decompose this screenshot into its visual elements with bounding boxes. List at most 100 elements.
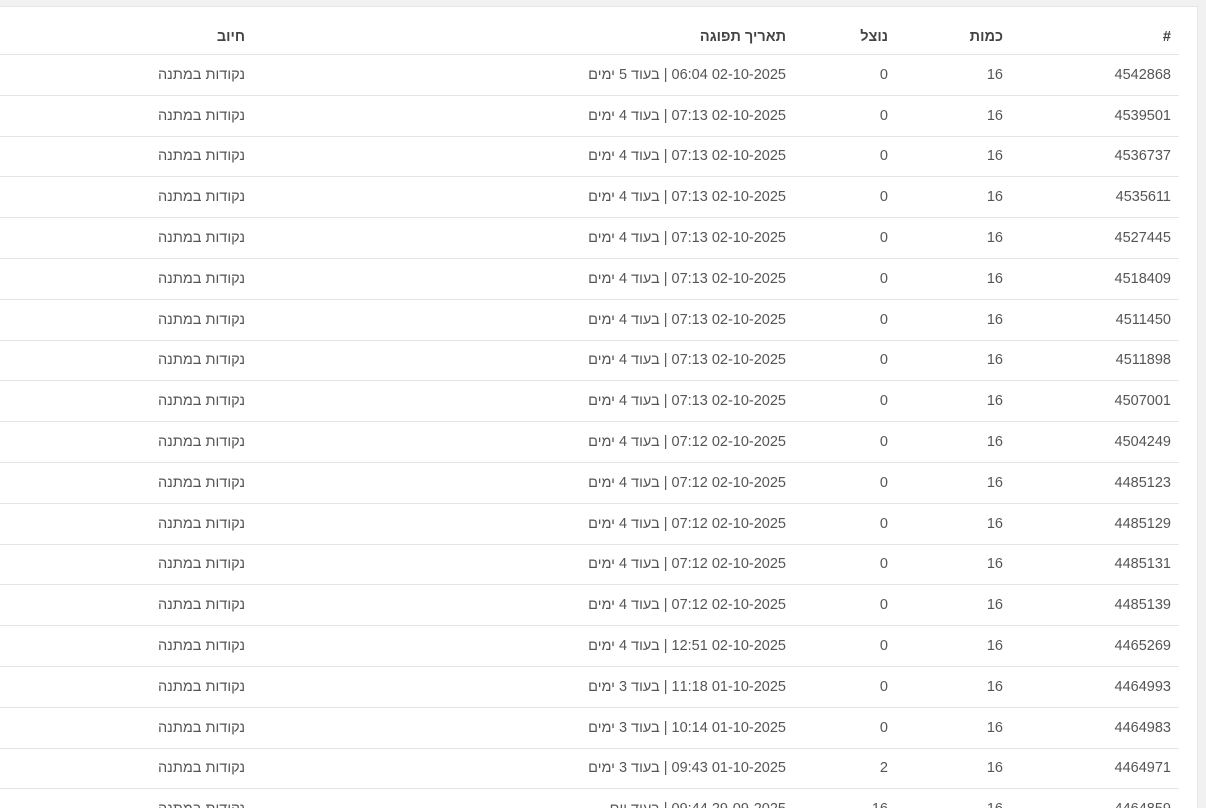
cell-expiry: 02-10-2025 07:13 | בעוד 4 ימים — [588, 107, 786, 124]
cell-expiry: 02-10-2025 07:13 | בעוד 4 ימים — [588, 230, 786, 247]
cell-charge: נקודות במתנה — [157, 311, 245, 328]
cell-charge: נקודות במתנה — [157, 760, 245, 777]
cell-id: 4518409 — [1114, 270, 1171, 287]
cell-used: 0 — [879, 638, 888, 655]
cell-id: 4542868 — [1114, 66, 1171, 83]
table-row: 4464971 16 2 01-10-2025 09:43 | בעוד 3 ימים… — [0, 749, 1179, 790]
cell-expiry: 02-10-2025 07:12 | בעוד 4 ימים — [588, 434, 786, 451]
cell-charge: נקודות במתנה — [157, 352, 245, 369]
table-row: 4518409 16 0 02-10-2025 07:13 | בעוד 4 ימים… — [0, 259, 1179, 300]
cell-charge: נקודות במתנה — [157, 556, 245, 573]
table-body: 4542868 16 0 02-10-2025 06:04 | בעוד 5 ימים… — [0, 55, 1179, 808]
cell-used: 16 — [872, 789, 888, 808]
cell-quantity: 16 — [986, 474, 1003, 491]
cell-expiry: 02-10-2025 07:13 | בעוד 4 ימים — [588, 270, 786, 287]
cell-id: 4504249 — [1114, 434, 1171, 451]
table-row: 4527445 16 0 02-10-2025 07:13 | בעוד 4 ימים… — [0, 218, 1179, 259]
cell-charge: נקודות במתנה — [157, 597, 245, 614]
table-row: 4464983 16 0 01-10-2025 10:14 | בעוד 3 ימים… — [0, 708, 1179, 749]
cell-used: 2 — [879, 760, 888, 777]
cell-charge: נקודות במתנה — [157, 107, 245, 124]
table-row: 4485123 16 0 02-10-2025 07:12 | בעוד 4 ימים… — [0, 463, 1179, 504]
cell-expiry: 02-10-2025 07:13 | בעוד 4 ימים — [588, 352, 786, 369]
cell-expiry: 02-10-2025 07:12 | בעוד 4 ימים — [588, 597, 786, 614]
cell-quantity: 16 — [986, 678, 1003, 695]
cell-id: 4464983 — [1114, 719, 1171, 736]
cell-used: 0 — [879, 148, 888, 165]
column-header-id: # — [1162, 28, 1171, 45]
cell-charge: נקודות במתנה — [157, 678, 245, 695]
cell-charge: נקודות במתנה — [157, 393, 245, 410]
cell-expiry: 01-10-2025 09:43 | בעוד 3 ימים — [588, 760, 786, 777]
column-header-charge: חיוב — [216, 28, 245, 45]
cell-quantity: 16 — [986, 434, 1003, 451]
cell-charge: נקודות במתנה — [157, 474, 245, 491]
table-row: 4536737 16 0 02-10-2025 07:13 | בעוד 4 ימים… — [0, 137, 1179, 178]
cell-charge: נקודות במתנה — [157, 230, 245, 247]
table-row: 4542868 16 0 02-10-2025 06:04 | בעוד 5 ימים… — [0, 55, 1179, 96]
cell-used: 0 — [879, 352, 888, 369]
cell-charge: נקודות במתנה — [157, 148, 245, 165]
table-row: 4539501 16 0 02-10-2025 07:13 | בעוד 4 ימים… — [0, 96, 1179, 137]
cell-used: 0 — [879, 678, 888, 695]
cell-id: 4464859 — [1115, 789, 1171, 808]
cell-id: 4464971 — [1114, 760, 1171, 777]
cell-expiry: 02-10-2025 07:12 | בעוד 4 ימים — [588, 556, 786, 573]
cell-expiry: 02-10-2025 12:51 | בעוד 4 ימים — [588, 638, 786, 655]
cell-quantity: 16 — [986, 230, 1003, 247]
cell-expiry: 01-10-2025 11:18 | בעוד 3 ימים — [588, 678, 786, 695]
cell-charge: נקודות במתנה — [157, 638, 245, 655]
cell-quantity: 16 — [986, 638, 1003, 655]
cell-id: 4485129 — [1114, 515, 1171, 532]
table-row: 4485139 16 0 02-10-2025 07:12 | בעוד 4 ימים… — [0, 585, 1179, 627]
cell-charge: נקודות במתנה — [157, 189, 245, 206]
cell-used: 0 — [879, 434, 888, 451]
cell-quantity: 16 — [986, 270, 1003, 287]
table-row: 4465269 16 0 02-10-2025 12:51 | בעוד 4 ימים… — [0, 626, 1179, 667]
cell-used: 0 — [879, 230, 888, 247]
table-row: 4504249 16 0 02-10-2025 07:12 | בעוד 4 ימים… — [0, 422, 1179, 463]
cell-id: 4527445 — [1114, 230, 1171, 247]
table-row: 4485131 16 0 02-10-2025 07:12 | בעוד 4 ימים… — [0, 545, 1179, 586]
cell-used: 0 — [879, 597, 888, 614]
table-row: 4535611 16 0 02-10-2025 07:13 | בעוד 4 ימים… — [0, 177, 1179, 219]
table-row: 4511898 16 0 02-10-2025 07:13 | בעוד 4 ימים… — [0, 341, 1179, 382]
cell-id: 4511898 — [1115, 352, 1171, 369]
table-row: 4464993 16 0 01-10-2025 11:18 | בעוד 3 ימים… — [0, 667, 1179, 708]
cell-id: 4511450 — [1115, 311, 1171, 328]
cell-charge: נקודות במתנה — [157, 434, 245, 451]
cell-id: 4539501 — [1114, 107, 1171, 124]
column-header-expiry: תאריך תפוגה — [699, 28, 786, 45]
table-row: 4507001 16 0 02-10-2025 07:13 | בעוד 4 ימים… — [0, 381, 1179, 423]
cell-id: 4485139 — [1114, 597, 1171, 614]
cell-quantity: 16 — [986, 556, 1003, 573]
cell-used: 0 — [879, 311, 888, 328]
cell-used: 0 — [879, 107, 888, 124]
cell-expiry: 02-10-2025 07:12 | בעוד 4 ימים — [588, 474, 786, 491]
cell-charge: נקודות במתנה — [157, 719, 245, 736]
table-header-row: # כמות נוצל תאריך תפוגה חיוב — [0, 7, 1179, 55]
cell-expiry: 02-10-2025 07:12 | בעוד 4 ימים — [588, 515, 786, 532]
cell-id: 4507001 — [1114, 393, 1171, 410]
cell-quantity: 16 — [986, 760, 1003, 777]
cell-quantity: 16 — [986, 719, 1003, 736]
cell-quantity: 16 — [986, 189, 1003, 206]
cell-expiry: 02-10-2025 07:13 | בעוד 4 ימים — [588, 189, 786, 206]
table-row: 4464859 16 16 29-09-2025 09:44 | בעוד יום נק… — [0, 789, 1179, 808]
cell-id: 4464993 — [1114, 678, 1171, 695]
cell-id: 4535611 — [1115, 189, 1171, 206]
cell-expiry: 02-10-2025 06:04 | בעוד 5 ימים — [588, 66, 786, 83]
cell-expiry: 01-10-2025 10:14 | בעוד 3 ימים — [588, 719, 786, 736]
cell-id: 4465269 — [1114, 638, 1171, 655]
cell-used: 0 — [879, 474, 888, 491]
cell-used: 0 — [879, 719, 888, 736]
cell-used: 0 — [879, 270, 888, 287]
cell-charge: נקודות במתנה — [158, 789, 245, 808]
cell-quantity: 16 — [986, 107, 1003, 124]
cell-id: 4536737 — [1114, 148, 1171, 165]
points-table: # כמות נוצל תאריך תפוגה חיוב 4542868 16 0 0… — [0, 7, 1179, 808]
cell-quantity: 16 — [986, 597, 1003, 614]
cell-quantity: 16 — [987, 789, 1003, 808]
cell-expiry: 29-09-2025 09:44 | בעוד יום — [610, 789, 786, 808]
cell-charge: נקודות במתנה — [157, 66, 245, 83]
